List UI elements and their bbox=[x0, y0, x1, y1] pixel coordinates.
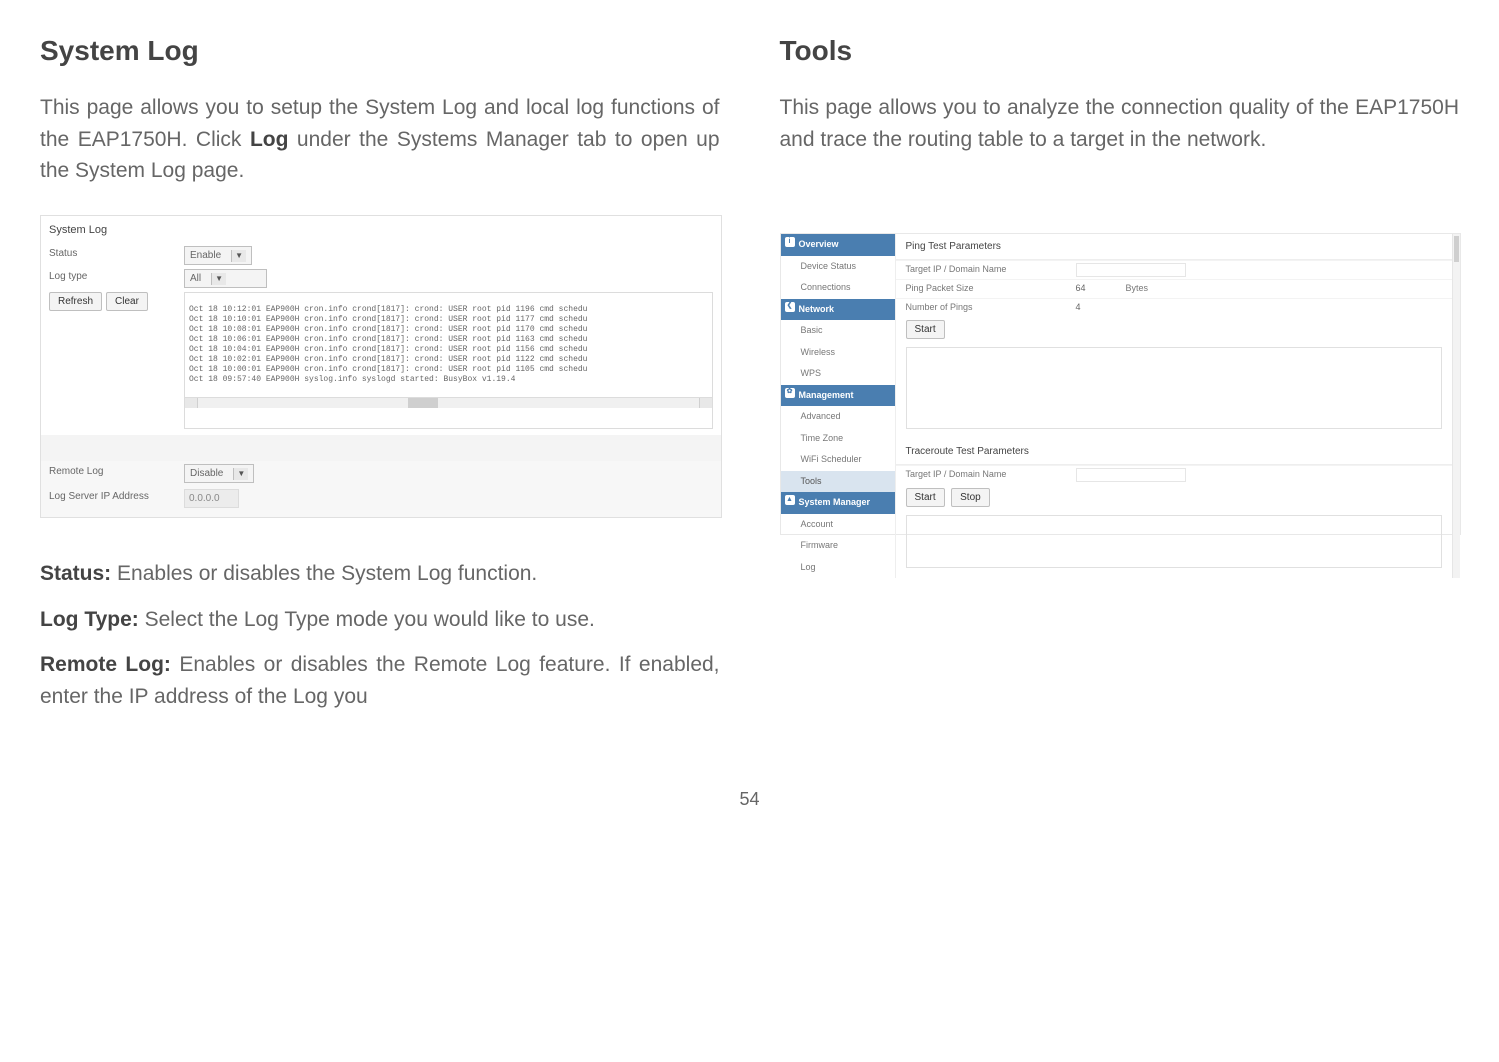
ping-count-input[interactable]: 4 bbox=[1076, 301, 1126, 315]
def-logtype: Log Type: Select the Log Type mode you w… bbox=[40, 604, 720, 636]
remote-label: Remote Log bbox=[49, 464, 184, 479]
def-status-term: Status: bbox=[40, 562, 111, 585]
share-icon: ❮ bbox=[785, 302, 795, 312]
info-icon: i bbox=[785, 237, 795, 247]
log-textarea[interactable]: Oct 18 10:12:01 EAP900H cron.info crond[… bbox=[184, 292, 713, 429]
def-status: Status: Enables or disables the System L… bbox=[40, 558, 720, 590]
def-remote: Remote Log: Enables or disables the Remo… bbox=[40, 649, 720, 712]
sidebar-item-log[interactable]: Log bbox=[781, 557, 895, 579]
sidebar-item-firmware[interactable]: Firmware bbox=[781, 535, 895, 557]
log-content: Oct 18 10:12:01 EAP900H cron.info crond[… bbox=[189, 305, 587, 384]
sidebar-item-wireless[interactable]: Wireless bbox=[781, 342, 895, 364]
user-icon: ▲ bbox=[785, 495, 795, 505]
def-status-text: Enables or disables the System Log funct… bbox=[111, 562, 537, 585]
trace-target-input[interactable] bbox=[1076, 468, 1186, 482]
status-value: Enable bbox=[190, 248, 221, 263]
ping-count-label: Number of Pings bbox=[906, 301, 1076, 315]
sidebar-overview-header[interactable]: i Overview bbox=[781, 234, 895, 256]
sidebar-item-device-status[interactable]: Device Status bbox=[781, 256, 895, 278]
chevron-down-icon: ▼ bbox=[233, 468, 248, 480]
def-logtype-term: Log Type: bbox=[40, 608, 139, 631]
clear-button[interactable]: Clear bbox=[106, 292, 148, 311]
remote-dropdown[interactable]: Disable ▼ bbox=[184, 464, 254, 483]
trace-target-label: Target IP / Domain Name bbox=[906, 468, 1076, 482]
ping-target-label: Target IP / Domain Name bbox=[906, 263, 1076, 277]
trace-stop-button[interactable]: Stop bbox=[951, 488, 990, 507]
trace-pane-title: Traceroute Test Parameters bbox=[896, 439, 1453, 465]
syslog-heading: System Log bbox=[40, 30, 720, 72]
sidebar-item-account[interactable]: Account bbox=[781, 514, 895, 536]
sidebar-item-tools[interactable]: Tools bbox=[781, 471, 895, 493]
tools-panel: i Overview Device Status Connections ❮ N… bbox=[780, 233, 1462, 535]
status-dropdown[interactable]: Enable ▼ bbox=[184, 246, 252, 265]
sidebar-management-header[interactable]: ✿ Management bbox=[781, 385, 895, 407]
intro-bold-log: Log bbox=[250, 128, 288, 151]
tools-main: Ping Test Parameters Target IP / Domain … bbox=[896, 234, 1453, 578]
tools-heading: Tools bbox=[780, 30, 1460, 72]
ping-size-label: Ping Packet Size bbox=[906, 282, 1076, 296]
ping-size-unit: Bytes bbox=[1126, 282, 1186, 296]
sidebar-management-label: Management bbox=[799, 390, 854, 400]
trace-output bbox=[906, 515, 1443, 568]
chevron-down-icon: ▼ bbox=[231, 250, 246, 262]
scroll-left-icon[interactable] bbox=[185, 398, 198, 408]
scroll-right-icon[interactable] bbox=[699, 398, 712, 408]
ping-size-input[interactable]: 64 bbox=[1076, 282, 1126, 296]
log-scrollbar[interactable] bbox=[185, 397, 712, 408]
ping-output bbox=[906, 347, 1443, 429]
chevron-down-icon: ▼ bbox=[211, 273, 226, 285]
ip-label: Log Server IP Address bbox=[49, 489, 184, 504]
sidebar-item-connections[interactable]: Connections bbox=[781, 277, 895, 299]
ping-target-input[interactable] bbox=[1076, 263, 1186, 277]
gear-icon: ✿ bbox=[785, 388, 795, 398]
sidebar-item-basic[interactable]: Basic bbox=[781, 320, 895, 342]
tools-sidebar: i Overview Device Status Connections ❮ N… bbox=[781, 234, 896, 578]
trace-start-button[interactable]: Start bbox=[906, 488, 945, 507]
sidebar-item-wps[interactable]: WPS bbox=[781, 363, 895, 385]
sidebar-item-time-zone[interactable]: Time Zone bbox=[781, 428, 895, 450]
scroll-thumb[interactable] bbox=[1454, 236, 1459, 262]
ping-pane-title: Ping Test Parameters bbox=[896, 234, 1453, 260]
syslog-panel: System Log Status Enable ▼ Log type All … bbox=[40, 215, 722, 519]
def-logtype-text: Select the Log Type mode you would like … bbox=[139, 608, 595, 631]
panel-title: System Log bbox=[41, 216, 721, 245]
refresh-button[interactable]: Refresh bbox=[49, 292, 102, 311]
sidebar-item-wifi-scheduler[interactable]: WiFi Scheduler bbox=[781, 449, 895, 471]
logtype-value: All bbox=[190, 271, 201, 286]
ping-start-button[interactable]: Start bbox=[906, 320, 945, 339]
sidebar-network-label: Network bbox=[799, 304, 835, 314]
ip-input[interactable]: 0.0.0.0 bbox=[184, 489, 239, 508]
tools-intro: This page allows you to analyze the conn… bbox=[780, 92, 1460, 155]
logtype-label: Log type bbox=[49, 269, 184, 284]
logtype-dropdown[interactable]: All ▼ bbox=[184, 269, 267, 288]
status-label: Status bbox=[49, 246, 184, 261]
syslog-intro: This page allows you to setup the System… bbox=[40, 92, 720, 187]
scroll-thumb[interactable] bbox=[408, 398, 438, 408]
sidebar-system-manager-label: System Manager bbox=[799, 497, 871, 507]
page-number: 54 bbox=[40, 786, 1459, 813]
remote-value: Disable bbox=[190, 466, 223, 481]
tools-scrollbar[interactable] bbox=[1452, 234, 1460, 578]
panel-divider bbox=[41, 435, 721, 461]
sidebar-system-manager-header[interactable]: ▲ System Manager bbox=[781, 492, 895, 514]
sidebar-item-advanced[interactable]: Advanced bbox=[781, 406, 895, 428]
def-remote-term: Remote Log: bbox=[40, 653, 171, 676]
sidebar-network-header[interactable]: ❮ Network bbox=[781, 299, 895, 321]
sidebar-overview-label: Overview bbox=[799, 239, 839, 249]
